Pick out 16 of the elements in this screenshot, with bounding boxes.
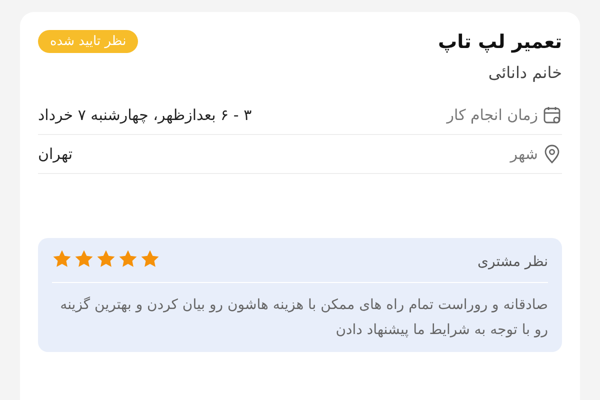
star-icon — [140, 249, 160, 269]
detail-value: ۳ - ۶ بعدازظهر، چهارشنبه ۷ خرداد — [38, 106, 252, 124]
calendar-icon — [542, 105, 562, 125]
customer-name: خانم دانائی — [487, 63, 562, 82]
detail-label: شهر — [510, 145, 538, 163]
star-icon — [118, 249, 138, 269]
star-icon — [74, 249, 94, 269]
star-icon — [52, 249, 72, 269]
location-pin-icon — [542, 144, 562, 164]
job-title: تعمیر لپ تاپ — [438, 30, 562, 52]
review-title: نظر مشتری — [478, 254, 548, 270]
detail-label: زمان انجام کار — [446, 106, 538, 124]
detail-value: تهران — [38, 145, 73, 163]
review-text: صادقانه و روراست تمام راه های ممکن با هزینه هاشون رو بیان کردن و بهترین گزینه رو با توجه به شرایط ما پیشنهاد دادن — [59, 296, 548, 340]
status-badge: نظر تایید شده — [38, 30, 138, 53]
star-icon — [96, 249, 116, 269]
